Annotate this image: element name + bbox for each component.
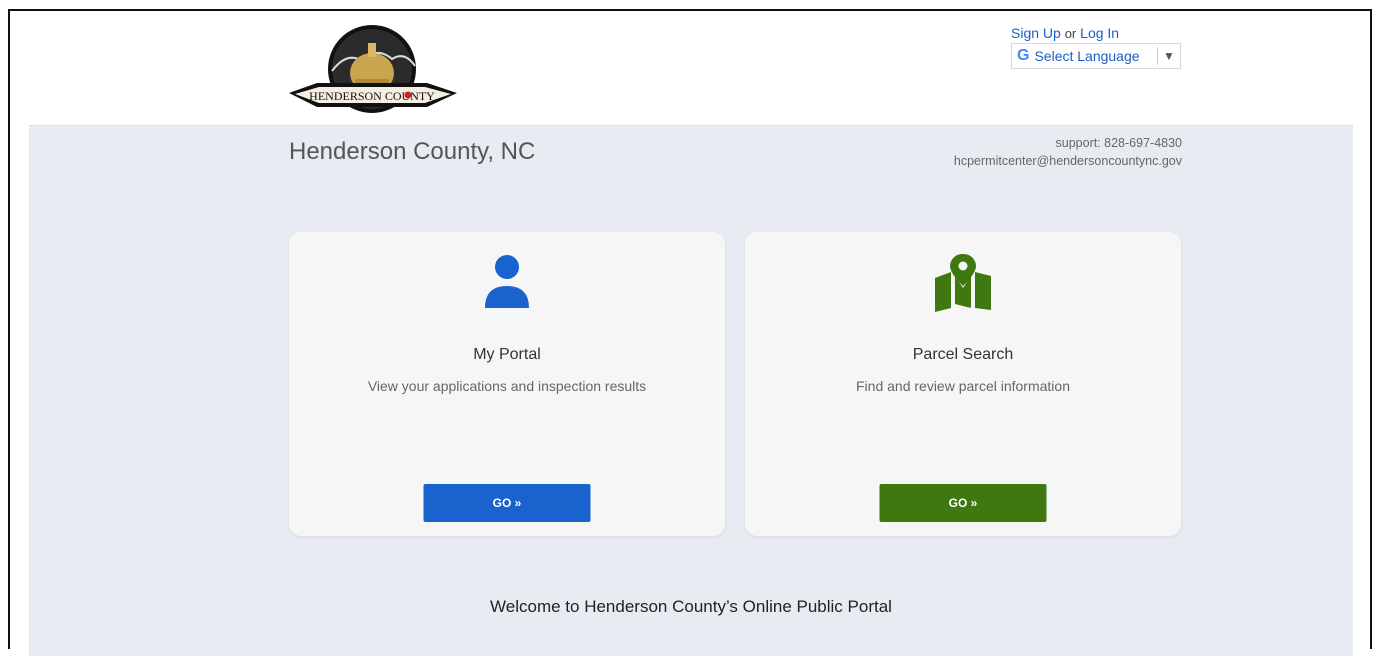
card-title: Parcel Search xyxy=(912,346,1014,363)
card-description: View your applications and inspection re… xyxy=(367,378,647,394)
support-info: support: 828-697-4830 hcpermitcenter@hen… xyxy=(954,134,1182,170)
chevron-down-icon: ▼ xyxy=(1163,49,1175,63)
map-pin-icon xyxy=(935,254,991,312)
google-g-icon: G xyxy=(1017,47,1030,64)
or-text: or xyxy=(1064,26,1077,41)
svg-text:HENDERSON COUNTY: HENDERSON COUNTY xyxy=(309,89,435,103)
my-portal-card: My Portal View your applications and ins… xyxy=(289,232,725,536)
person-icon xyxy=(485,255,529,308)
auth-links: Sign Up or Log In xyxy=(1011,25,1119,41)
support-email: hcpermitcenter@hendersoncountync.gov xyxy=(953,154,1182,168)
main-content: My Portal View your applications and ins… xyxy=(29,176,1353,656)
page-frame: HENDERSON COUNTY Sign Up or Log In G Sel… xyxy=(8,9,1372,656)
county-header: Henderson County, NC support: 828-697-48… xyxy=(29,125,1353,177)
page-title: Henderson County, NC xyxy=(289,138,536,165)
henderson-county-logo[interactable]: HENDERSON COUNTY xyxy=(287,21,462,121)
card-description: Find and review parcel information xyxy=(856,378,1070,394)
select-language-label: Select Language xyxy=(1034,48,1140,64)
support-phone: support: 828-697-4830 xyxy=(1055,136,1182,150)
parcel-search-go-button[interactable]: GO » xyxy=(879,484,1047,522)
my-portal-go-button[interactable]: GO » xyxy=(423,484,591,522)
select-language-dropdown[interactable]: G Select Language ▼ xyxy=(1011,43,1181,69)
sign-up-link[interactable]: Sign Up xyxy=(1011,25,1061,41)
card-title: My Portal xyxy=(473,346,541,363)
parcel-search-card: Parcel Search Find and review parcel inf… xyxy=(745,232,1181,536)
top-bar: HENDERSON COUNTY Sign Up or Log In G Sel… xyxy=(10,11,1370,125)
welcome-heading: Welcome to Henderson County’s Online Pub… xyxy=(490,597,892,616)
log-in-link[interactable]: Log In xyxy=(1080,25,1119,41)
